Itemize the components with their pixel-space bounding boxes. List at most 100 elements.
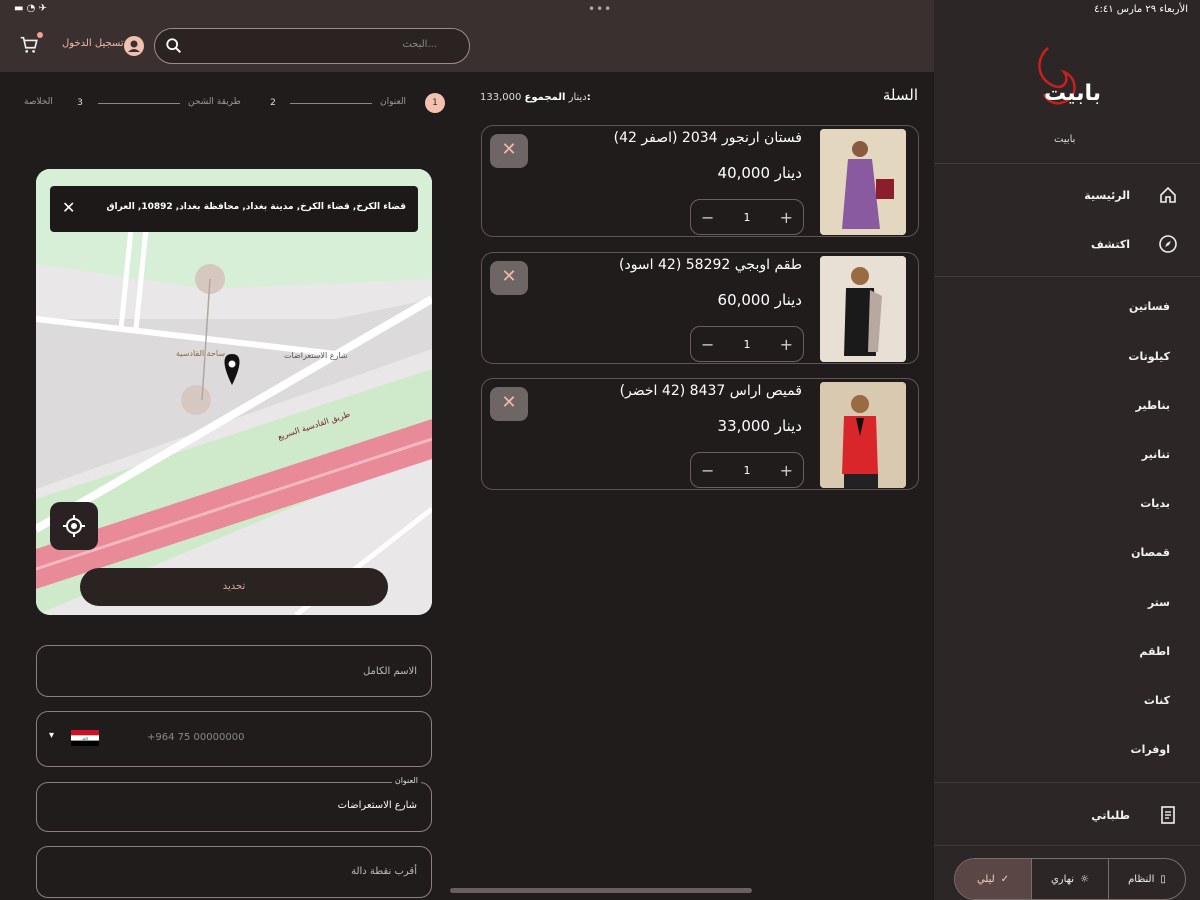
product-image[interactable] bbox=[820, 382, 906, 488]
svg-text:بابيت: بابيت bbox=[1044, 81, 1101, 106]
cart-icon[interactable] bbox=[18, 34, 40, 56]
theme-option-label: نهاري bbox=[1050, 873, 1075, 885]
sidebar-item-label: اكتشف bbox=[1091, 238, 1130, 251]
sidebar-item-label: الرئيسية bbox=[1084, 189, 1130, 202]
divider bbox=[934, 782, 1200, 783]
cart-total: 133,000 دينار المجموع: bbox=[480, 92, 591, 103]
product-price: 60,000 دينار bbox=[717, 291, 802, 309]
theme-option-label: النظام bbox=[1128, 873, 1155, 885]
category-overalls[interactable]: اوفرات bbox=[1131, 743, 1170, 756]
system-status-icons: ▬ ◔ ✈ bbox=[14, 3, 47, 14]
my-location-button[interactable] bbox=[50, 502, 98, 550]
step-3-label[interactable]: الخلاصة bbox=[24, 97, 53, 107]
decrease-qty-button[interactable]: − bbox=[701, 335, 714, 354]
address-tooltip: قضاء الكرخ, قضاء الكرخ, مدينة بغداد, محا… bbox=[50, 186, 418, 232]
compass-icon bbox=[1159, 235, 1177, 253]
sun-icon: ☼ bbox=[1080, 873, 1090, 885]
home-icon bbox=[1160, 186, 1176, 203]
full-name-field[interactable]: الاسم الكامل bbox=[36, 645, 432, 697]
category-blouses[interactable]: بديات bbox=[1140, 497, 1170, 510]
quantity-stepper: − 1 + bbox=[690, 199, 804, 235]
quantity-value: 1 bbox=[743, 463, 751, 477]
step-1-label[interactable]: العنوان bbox=[380, 97, 406, 107]
cart-item: قميص اراس 8437 (42 اخضر) 33,000 دينار ✕ … bbox=[481, 378, 919, 490]
svg-text:الله: الله bbox=[82, 736, 88, 741]
street-label: شارع الاستعراضات bbox=[284, 351, 348, 360]
cart-title: السلة bbox=[882, 86, 918, 104]
avatar-icon[interactable] bbox=[124, 36, 144, 56]
divider bbox=[934, 163, 1200, 164]
confirm-location-button[interactable]: تحديد bbox=[80, 568, 388, 606]
home-indicator[interactable] bbox=[450, 888, 752, 893]
product-name: فستان ارنجور 2034 (اصفر 42) bbox=[613, 130, 802, 146]
theme-option-label: ليلي bbox=[976, 873, 995, 885]
landmark-placeholder: أقرب نقطة دالة bbox=[351, 866, 417, 877]
cart-item: فستان ارنجور 2034 (اصفر 42) 40,000 دينار… bbox=[481, 125, 919, 237]
category-knits[interactable]: كنات bbox=[1144, 694, 1170, 707]
address-tooltip-text: قضاء الكرخ, قضاء الكرخ, مدينة بغداد, محا… bbox=[106, 202, 407, 212]
decrease-qty-button[interactable]: − bbox=[701, 208, 714, 227]
sidebar-item-home[interactable]: الرئيسية bbox=[934, 180, 1200, 210]
landmark-field[interactable]: أقرب نقطة دالة bbox=[36, 846, 432, 898]
category-jackets[interactable]: ستر bbox=[1148, 596, 1170, 609]
increase-qty-button[interactable]: + bbox=[780, 461, 793, 480]
increase-qty-button[interactable]: + bbox=[780, 335, 793, 354]
address-field[interactable]: العنوان شارع الاستعراضات bbox=[36, 776, 432, 832]
product-name: طقم اوبجي 58292 (42 اسود) bbox=[619, 257, 802, 273]
remove-item-button[interactable]: ✕ bbox=[490, 261, 528, 295]
sidebar-item-orders[interactable]: طلباتي bbox=[934, 800, 1200, 830]
country-dropdown-icon[interactable]: ▾ bbox=[49, 730, 54, 741]
category-skirts[interactable]: تنانير bbox=[1142, 448, 1170, 461]
remove-item-button[interactable]: ✕ bbox=[490, 134, 528, 168]
category-shirts[interactable]: قمصان bbox=[1131, 546, 1170, 559]
area-label: ساحة القادسية bbox=[176, 349, 226, 358]
multitask-dots[interactable]: ••• bbox=[588, 2, 612, 16]
category-pants[interactable]: بناطير bbox=[1136, 399, 1170, 412]
step-2-number[interactable]: 2 bbox=[263, 93, 283, 113]
address-value: شارع الاستعراضات bbox=[337, 800, 417, 811]
close-icon[interactable]: ✕ bbox=[62, 198, 75, 217]
sidebar-item-explore[interactable]: اكتشف bbox=[934, 229, 1200, 259]
step-1-number[interactable]: 1 bbox=[425, 93, 445, 113]
category-bodysuits[interactable]: كيلوتات bbox=[1128, 350, 1170, 363]
search-placeholder: البحث... bbox=[402, 39, 437, 50]
product-image[interactable] bbox=[820, 256, 906, 362]
decrease-qty-button[interactable]: − bbox=[701, 461, 714, 480]
step-3-number[interactable]: 3 bbox=[70, 93, 90, 113]
quantity-value: 1 bbox=[743, 337, 751, 351]
step-2-label[interactable]: طريقة الشحن bbox=[188, 97, 241, 107]
theme-system-option[interactable]: النظام ▯ bbox=[1109, 859, 1185, 899]
theme-dark-option[interactable]: ليلي ✓ bbox=[955, 859, 1032, 899]
step-connector bbox=[98, 103, 180, 104]
quantity-value: 1 bbox=[743, 210, 751, 224]
divider bbox=[934, 276, 1200, 277]
sidebar-item-label: طلباتي bbox=[1091, 809, 1130, 822]
address-label: العنوان bbox=[391, 776, 421, 785]
phone-field[interactable]: +964 75 00000000 الله ▾ bbox=[36, 711, 432, 767]
check-icon: ✓ bbox=[1000, 873, 1010, 885]
login-link[interactable]: تسجيل الدخول bbox=[62, 38, 124, 49]
cart-item: طقم اوبجي 58292 (42 اسود) 60,000 دينار ✕… bbox=[481, 252, 919, 364]
search-bar[interactable]: البحث... bbox=[154, 28, 470, 64]
divider bbox=[934, 845, 1200, 846]
product-price: 40,000 دينار bbox=[717, 164, 802, 182]
increase-qty-button[interactable]: + bbox=[780, 208, 793, 227]
remove-item-button[interactable]: ✕ bbox=[490, 387, 528, 421]
theme-light-option[interactable]: نهاري ☼ bbox=[1032, 859, 1109, 899]
crosshair-icon bbox=[63, 515, 85, 537]
product-image[interactable] bbox=[820, 129, 906, 235]
full-name-placeholder: الاسم الكامل bbox=[362, 666, 417, 677]
category-dresses[interactable]: فساتين bbox=[1129, 300, 1170, 313]
phone-icon: ▯ bbox=[1160, 873, 1166, 885]
receipt-icon bbox=[1161, 806, 1175, 824]
category-sets[interactable]: اطقم bbox=[1139, 645, 1170, 658]
iraq-flag-icon: الله bbox=[71, 730, 99, 746]
step-connector bbox=[290, 103, 372, 104]
search-icon bbox=[166, 38, 182, 54]
theme-selector: ليلي ✓ نهاري ☼ النظام ▯ bbox=[954, 858, 1186, 900]
quantity-stepper: − 1 + bbox=[690, 326, 804, 362]
cart-badge bbox=[37, 32, 43, 38]
phone-placeholder: +964 75 00000000 bbox=[147, 732, 245, 743]
product-price: 33,000 دينار bbox=[717, 417, 802, 435]
quantity-stepper: − 1 + bbox=[690, 452, 804, 488]
